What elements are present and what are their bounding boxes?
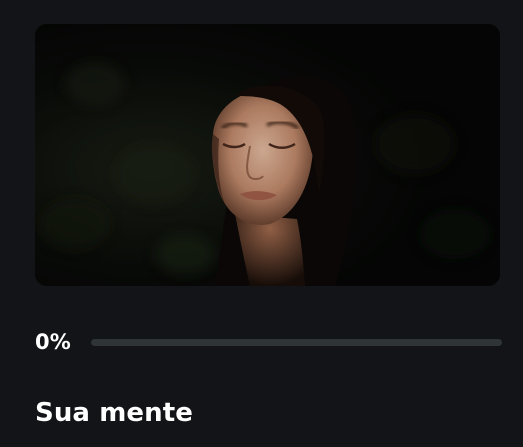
progress-percentage: 0%	[35, 330, 72, 354]
portrait-photo	[35, 24, 500, 286]
content-title: Sua mente	[35, 398, 194, 428]
content-card[interactable]: 0% Sua mente	[0, 0, 523, 447]
thumbnail-image[interactable]	[35, 24, 500, 286]
progress-bar	[91, 338, 502, 346]
progress-row: 0%	[35, 328, 502, 356]
